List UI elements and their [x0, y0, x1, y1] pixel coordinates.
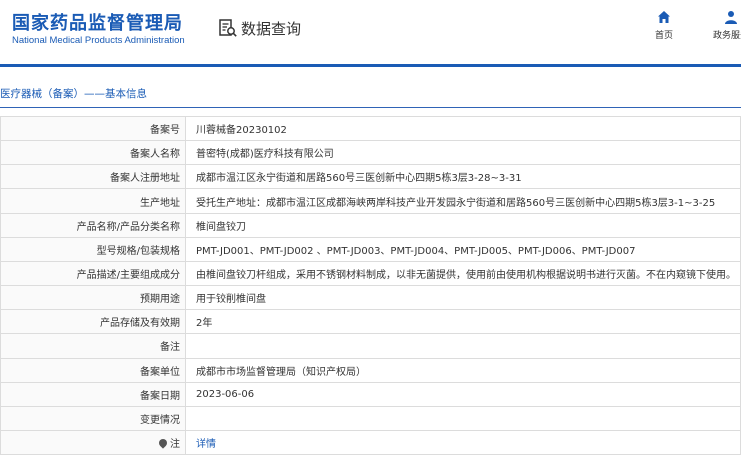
field-value: 普密特(成都)医疗科技有限公司 [185, 140, 741, 166]
table-row: 备案人注册地址 成都市温江区永宁街道和居路560号三医创新中心四期5栋3层3-2… [0, 164, 741, 190]
details-link[interactable]: 详情 [185, 430, 741, 456]
data-query-label: 数据查询 [241, 19, 302, 38]
table-row: 注 详情 [0, 430, 741, 456]
field-label: 备注 [0, 333, 186, 359]
nav-home[interactable]: 首页 [644, 10, 684, 41]
field-value: 成都市温江区永宁街道和居路560号三医创新中心四期5栋3层3-28~3-31 [185, 164, 741, 190]
site-logo-subtitle: National Medical Products Administration [12, 35, 185, 46]
field-label: 预期用途 [0, 285, 186, 311]
home-icon [658, 11, 670, 23]
field-value: 2年 [185, 309, 741, 335]
field-label: 产品名称/产品分类名称 [0, 212, 186, 238]
field-value: 受托生产地址：成都市温江区成都海峡两岸科技产业开发园永宁街道和居路560号三医创… [185, 188, 741, 214]
field-label: 产品存储及有效期 [0, 309, 186, 335]
breadcrumb: 医疗器械（备案）——基本信息 [0, 80, 741, 108]
table-row: 变更情况 [0, 405, 741, 432]
field-value: 椎间盘铰刀 [185, 212, 741, 238]
field-label: 注 [170, 439, 180, 451]
field-label: 备案人注册地址 [0, 164, 186, 190]
site-header: 国家药品监督管理局 National Medical Products Admi… [0, 0, 741, 64]
breadcrumb-text: 医疗器械（备案）——基本信息 [0, 88, 147, 100]
user-icon [725, 11, 737, 24]
table-row: 备案单位 成都市市场监督管理局（知识产权局） [0, 357, 741, 383]
nav-home-label: 首页 [654, 31, 673, 41]
table-row: 备注 [0, 333, 741, 359]
site-logo-title[interactable]: 国家药品监督管理局 [12, 9, 183, 35]
header-accent-bar [0, 64, 741, 67]
field-label: 产品描述/主要组成成分 [0, 260, 186, 287]
field-value: 用于铰削椎间盘 [185, 285, 741, 311]
field-label: 变更情况 [0, 405, 186, 432]
field-value: 由椎间盘铰刀杆组成，采用不锈钢材料制成，以非无菌提供，使用前由使用机构根据说明书… [185, 260, 741, 287]
table-row: 产品描述/主要组成成分 由椎间盘铰刀杆组成，采用不锈钢材料制成，以非无菌提供，使… [0, 260, 741, 287]
field-label: 备案人名称 [0, 140, 186, 166]
table-row: 备案人名称 普密特(成都)医疗科技有限公司 [0, 140, 741, 166]
table-row: 型号规格/包装规格 PMT-JD001、PMT-JD002 、PMT-JD003… [0, 236, 741, 262]
field-label: 型号规格/包装规格 [0, 236, 186, 262]
table-row: 产品存储及有效期 2年 [0, 309, 741, 335]
note-label-wrap: 注 [157, 435, 180, 451]
field-value: 2023-06-06 [185, 381, 741, 407]
field-label: 生产地址 [0, 188, 186, 214]
table-row: 产品名称/产品分类名称 椎间盘铰刀 [0, 212, 741, 238]
table-row: 备案号 川蓉械备20230102 [0, 115, 741, 142]
table-row: 预期用途 用于铰削椎间盘 [0, 285, 741, 311]
field-value: 川蓉械备20230102 [185, 115, 741, 142]
field-value: PMT-JD001、PMT-JD002 、PMT-JD003、PMT-JD004… [185, 236, 741, 262]
record-detail-table: 备案号 川蓉械备20230102 备案人名称 普密特(成都)医疗科技有限公司 备… [0, 115, 741, 456]
field-value [185, 405, 741, 432]
field-value [185, 333, 741, 359]
nav-gov-services-label: 政务服务 [712, 31, 741, 41]
field-label: 备案号 [0, 115, 186, 142]
data-query-title: 数据查询 [218, 17, 301, 39]
note-label-cell: 注 [0, 430, 186, 456]
field-value: 成都市市场监督管理局（知识产权局） [185, 357, 741, 383]
table-row: 备案日期 2023-06-06 [0, 381, 741, 407]
location-pin-icon [157, 436, 169, 449]
field-label: 备案日期 [0, 381, 186, 407]
nav-gov-services[interactable]: 政务服务 [711, 10, 741, 41]
table-row: 生产地址 受托生产地址：成都市温江区成都海峡两岸科技产业开发园永宁街道和居路56… [0, 188, 741, 214]
field-label: 备案单位 [0, 357, 186, 383]
document-search-icon [219, 19, 237, 37]
